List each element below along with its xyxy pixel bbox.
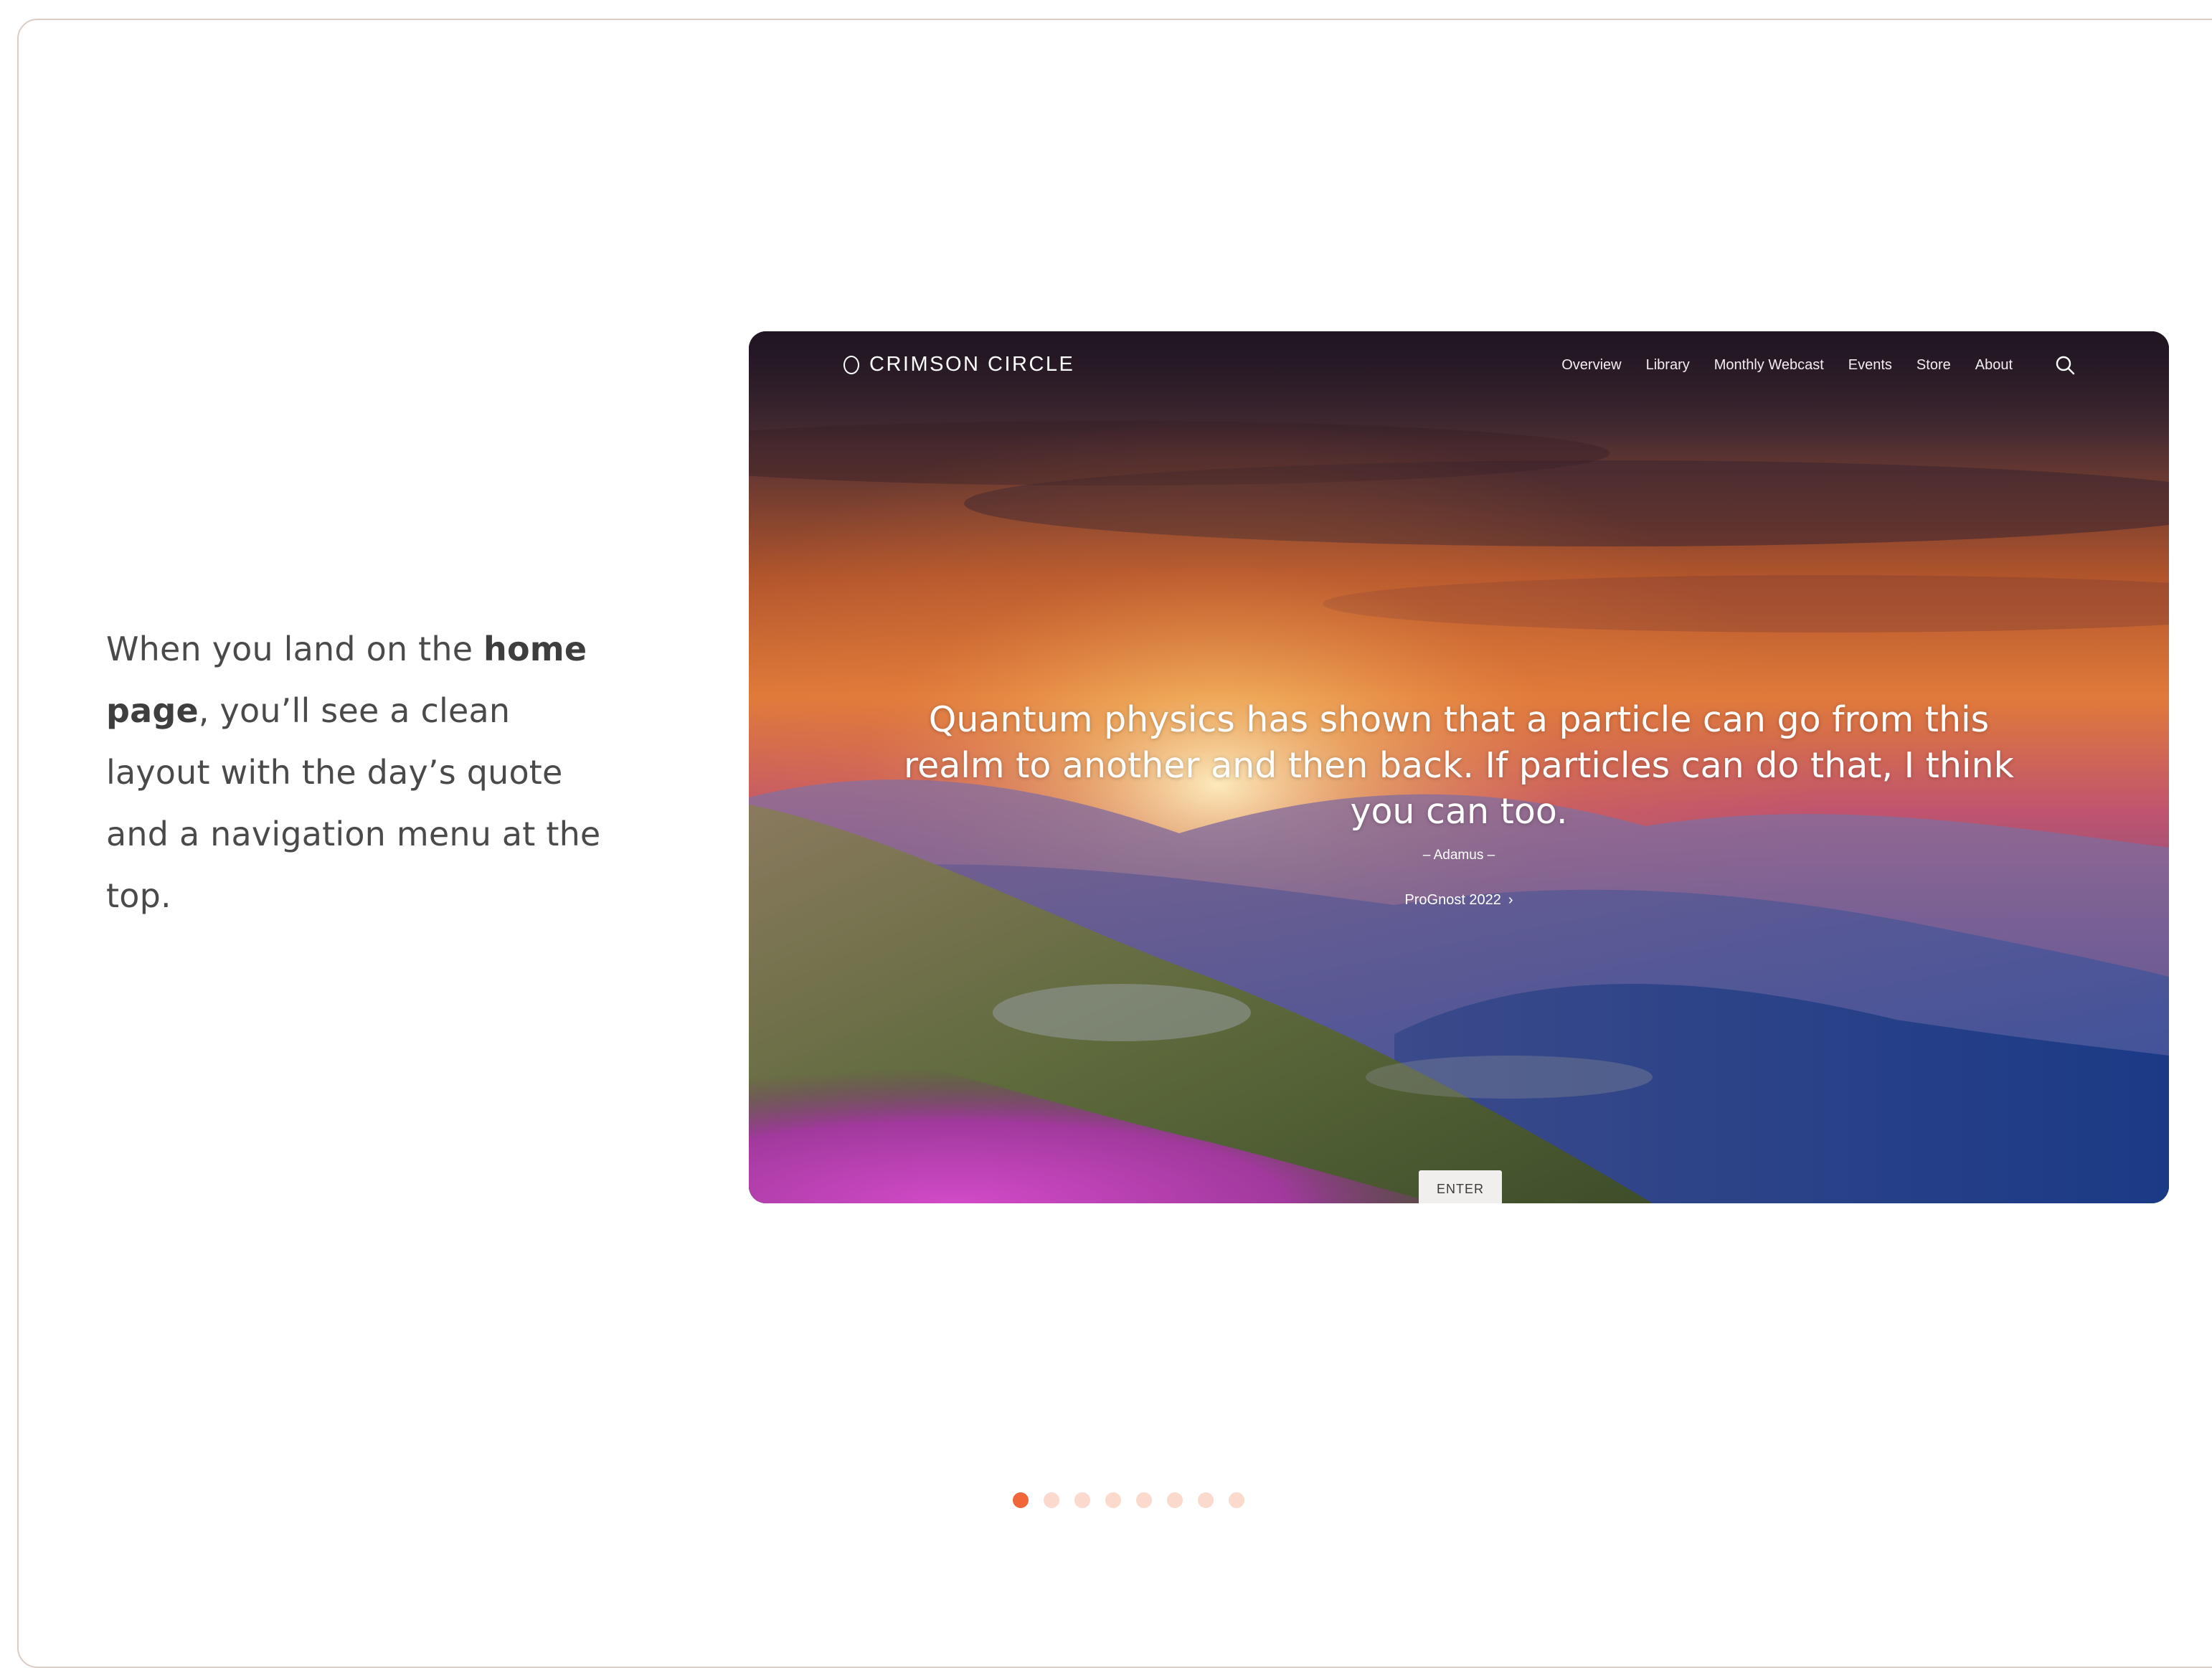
circle-logo-icon bbox=[843, 355, 859, 374]
carousel-dot[interactable] bbox=[1198, 1492, 1214, 1508]
nav-item-store[interactable]: Store bbox=[1916, 357, 1951, 374]
search-icon[interactable] bbox=[2054, 354, 2076, 376]
site-header: CRIMSON CIRCLE Overview Library Monthly … bbox=[749, 331, 2169, 396]
carousel-dot[interactable] bbox=[1044, 1492, 1059, 1508]
prognost-link[interactable]: ProGnost 2022 › bbox=[749, 892, 2169, 909]
carousel-dot[interactable] bbox=[1167, 1492, 1183, 1508]
nav-item-about[interactable]: About bbox=[1975, 357, 2013, 374]
nav-item-library[interactable]: Library bbox=[1646, 357, 1690, 374]
website-screenshot: CRIMSON CIRCLE Overview Library Monthly … bbox=[749, 331, 2169, 1203]
carousel-dot[interactable] bbox=[1074, 1492, 1090, 1508]
main-navigation: Overview Library Monthly Webcast Events … bbox=[1561, 357, 2013, 374]
carousel-dot[interactable] bbox=[1229, 1492, 1244, 1508]
carousel-dot[interactable] bbox=[1013, 1492, 1029, 1508]
enter-button[interactable]: ENTER bbox=[1419, 1170, 1502, 1203]
carousel-pagination bbox=[1013, 1492, 1244, 1508]
nav-item-events[interactable]: Events bbox=[1848, 357, 1892, 374]
crimson-circle-logo[interactable]: CRIMSON CIRCLE bbox=[843, 353, 1074, 376]
carousel-dot[interactable] bbox=[1136, 1492, 1152, 1508]
nav-item-monthly-webcast[interactable]: Monthly Webcast bbox=[1714, 357, 1824, 374]
carousel-dot[interactable] bbox=[1105, 1492, 1121, 1508]
quote-author: – Adamus – bbox=[1422, 848, 1495, 863]
caption-text-start: When you land on the bbox=[106, 630, 484, 668]
chevron-right-icon: › bbox=[1508, 892, 1513, 908]
slide-caption: When you land on the home page, you’ll s… bbox=[106, 618, 623, 927]
logo-text: CRIMSON CIRCLE bbox=[869, 353, 1075, 376]
daily-quote: Quantum physics has shown that a particl… bbox=[904, 699, 2014, 832]
prognost-link-label: ProGnost 2022 bbox=[1404, 892, 1501, 908]
nav-item-overview[interactable]: Overview bbox=[1561, 357, 1621, 374]
